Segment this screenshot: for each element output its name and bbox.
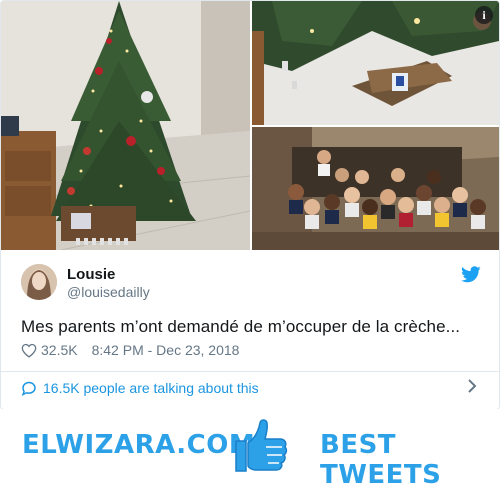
like-count[interactable]: 32.5K (41, 342, 78, 358)
thumbs-up-icon (235, 419, 288, 472)
brand-site-text: ELWIZARA.COM (22, 430, 256, 460)
brand-banner: ELWIZARA.COM BEST TWEETS (0, 409, 500, 490)
twitter-bird-icon[interactable] (461, 266, 481, 283)
conversation-text: 16.5K people are talking about this (43, 380, 259, 396)
tweet-header: Lousie @louisedailly (21, 264, 481, 304)
heart-icon[interactable] (21, 343, 37, 358)
photo-figurines[interactable] (252, 127, 499, 250)
tweet-timestamp[interactable]: 8:42 PM - Dec 23, 2018 (92, 342, 240, 358)
author-handle[interactable]: @louisedailly (67, 284, 150, 300)
author-name[interactable]: Lousie (67, 266, 115, 283)
photo-creche-closeup[interactable]: i (252, 1, 499, 125)
photo-christmas-tree[interactable] (1, 1, 250, 250)
tweet-meta: 32.5K 8:42 PM - Dec 23, 2018 (21, 342, 239, 358)
avatar[interactable] (21, 264, 57, 300)
tweet-card: i Lousie @louisedailly Mes parents m’ont… (0, 0, 500, 410)
conversation-link[interactable]: 16.5K people are talking about this (21, 380, 259, 396)
chevron-right-icon[interactable] (467, 378, 477, 394)
divider (1, 371, 499, 372)
brand-tagline-text: BEST TWEETS (320, 430, 442, 490)
tweet-text: Mes parents m’ont demandé de m’occuper d… (21, 317, 461, 336)
speech-bubble-icon (21, 381, 36, 396)
tweet-media-grid: i (1, 1, 499, 250)
info-icon[interactable]: i (475, 6, 493, 24)
